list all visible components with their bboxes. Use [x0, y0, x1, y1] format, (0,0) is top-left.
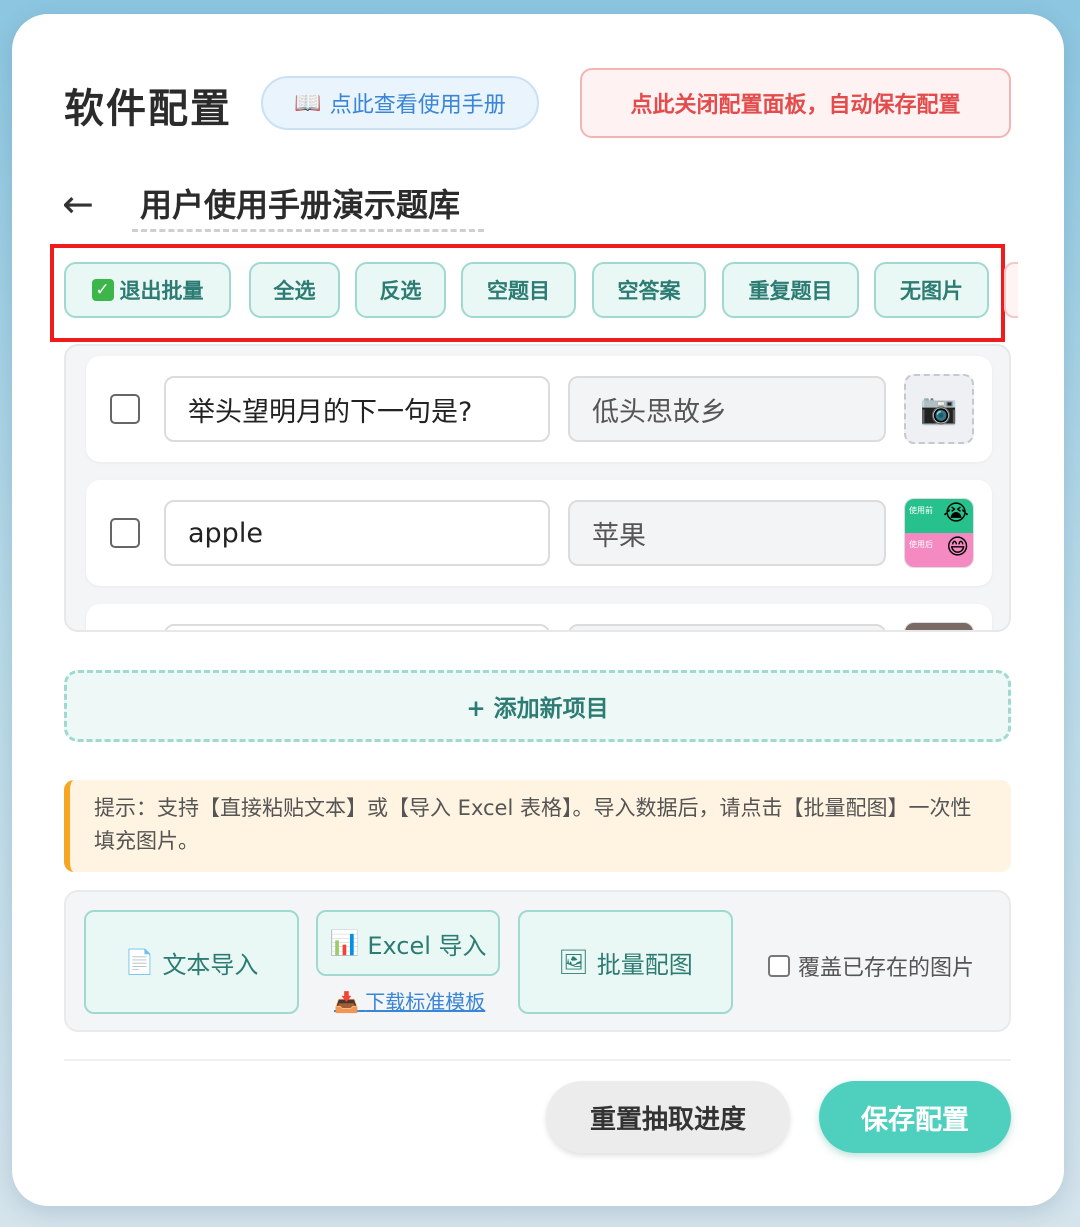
camera-icon: 📷 — [920, 391, 958, 427]
thumb-before-label: 使用前 — [909, 506, 933, 515]
download-icon: 📥 — [334, 990, 359, 1014]
open-manual-button[interactable]: 📖 点此查看使用手册 — [261, 76, 539, 130]
filter-no-image-button[interactable]: 无图片 — [874, 262, 989, 318]
text-import-button[interactable]: 📄 文本导入 — [84, 910, 299, 1014]
back-arrow-icon[interactable]: ← — [62, 182, 94, 226]
import-tools: 📄 文本导入 📊 Excel 导入 📥 下载标准模板 🖼 批量配图 覆盖已存在的… — [64, 890, 1011, 1032]
overwrite-label: 覆盖已存在的图片 — [798, 956, 975, 981]
excel-import-button[interactable]: 📊 Excel 导入 — [316, 910, 500, 976]
question-input[interactable]: 举头望明月的下一句是? — [164, 376, 550, 442]
filter-duplicate-button[interactable]: 重复题目 — [722, 262, 859, 318]
add-item-button[interactable]: + 添加新项目 — [64, 670, 1011, 742]
image-thumbnail[interactable]: 使用前 😭 使用后 😄 — [904, 498, 974, 568]
invert-selection-button[interactable]: 反选 — [355, 262, 446, 318]
overwrite-images-option[interactable]: 覆盖已存在的图片 — [768, 950, 974, 982]
footer-divider — [64, 1059, 1011, 1061]
filter-empty-question-button[interactable]: 空题目 — [461, 262, 576, 318]
thumb-after-label: 使用后 — [909, 540, 933, 549]
book-icon: 📖 — [294, 90, 322, 116]
config-panel: 软件配置 📖 点此查看使用手册 点此关闭配置面板，自动保存配置 ← 用户使用手册… — [12, 14, 1064, 1206]
bar-chart-icon: 📊 — [329, 929, 360, 957]
document-icon: 📄 — [124, 948, 155, 976]
close-panel-button[interactable]: 点此关闭配置面板，自动保存配置 — [580, 68, 1011, 138]
image-slot[interactable]: 📷 — [904, 374, 974, 444]
picture-icon: 🖼 — [558, 948, 589, 976]
question-set-name-input[interactable]: 用户使用手册演示题库 — [132, 180, 484, 232]
save-config-button[interactable]: 保存配置 — [819, 1081, 1011, 1153]
select-all-button[interactable]: 全选 — [249, 262, 340, 318]
excel-import-label: Excel 导入 — [367, 931, 487, 960]
page-title: 软件配置 — [64, 86, 232, 132]
checkmark-icon: ✓ — [91, 279, 114, 301]
answer-input[interactable]: 低头思故乡 — [568, 376, 886, 442]
list-item: apple 苹果 使用前 😭 使用后 😄 — [86, 480, 992, 586]
item-list[interactable]: 举头望明月的下一句是? 低头思故乡 📷 apple 苹果 使用前 😭 使用后 😄 — [64, 344, 1011, 632]
text-import-label: 文本导入 — [162, 950, 259, 979]
batch-image-label: 批量配图 — [596, 950, 693, 979]
batch-image-button[interactable]: 🖼 批量配图 — [518, 910, 733, 1014]
item-checkbox[interactable] — [110, 518, 140, 548]
item-checkbox[interactable] — [110, 394, 140, 424]
question-input[interactable] — [164, 624, 550, 630]
reset-progress-button[interactable]: 重置抽取进度 — [546, 1081, 790, 1153]
exit-batch-button[interactable]: ✓ 退出批量 — [64, 262, 231, 318]
filter-empty-answer-button[interactable]: 空答案 — [592, 262, 706, 318]
list-item — [86, 604, 992, 630]
exit-batch-label: 退出批量 — [119, 279, 204, 303]
open-manual-label: 点此查看使用手册 — [329, 93, 506, 118]
crying-face-icon: 😭 — [943, 501, 969, 526]
image-thumbnail[interactable] — [904, 622, 974, 630]
more-chips-indicator — [1004, 262, 1018, 318]
list-item: 举头望明月的下一句是? 低头思故乡 📷 — [86, 356, 992, 462]
smiling-face-icon: 😄 — [946, 535, 969, 560]
answer-input[interactable]: 苹果 — [568, 500, 886, 566]
download-template-label: 下载标准模板 — [365, 990, 486, 1014]
import-tip: 提示：支持【直接粘贴文本】或【导入 Excel 表格】。导入数据后，请点击【批量… — [64, 780, 1011, 872]
answer-input[interactable] — [568, 624, 886, 630]
question-input[interactable]: apple — [164, 500, 550, 566]
download-template-link[interactable]: 📥 下载标准模板 — [334, 986, 485, 1015]
overwrite-checkbox[interactable] — [768, 955, 790, 977]
